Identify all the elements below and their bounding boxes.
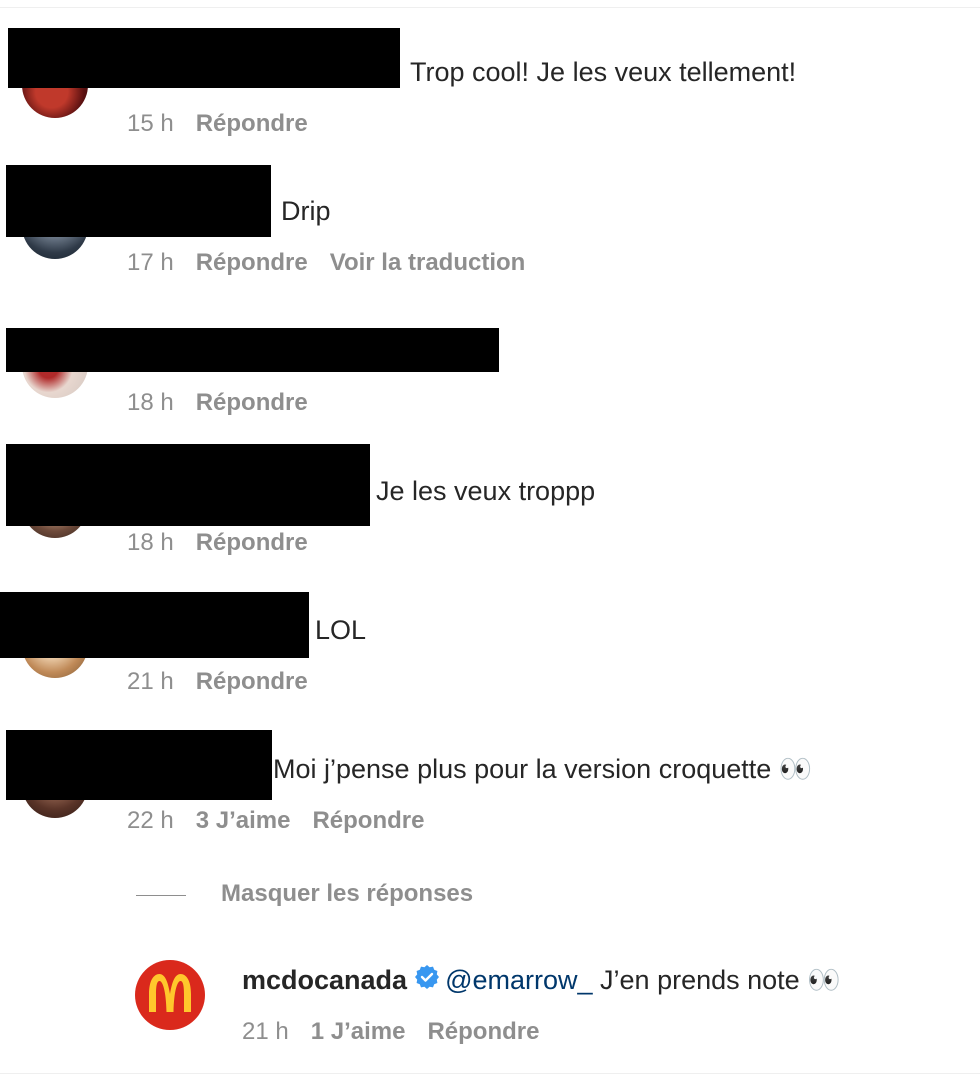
golden-arches-icon <box>149 974 191 1012</box>
comment-time: 21 h <box>127 668 174 695</box>
reply-button[interactable]: Répondre <box>312 807 424 834</box>
comment-meta: 18 h Répondre <box>127 389 330 417</box>
reply-text: J’en prends note 👀 <box>600 965 841 996</box>
comment-meta: 18 h Répondre <box>127 529 330 557</box>
reply-button[interactable]: Répondre <box>196 529 308 556</box>
mcdonalds-logo-avatar[interactable] <box>135 960 205 1030</box>
likes-count[interactable]: 1 J’aime <box>311 1018 406 1045</box>
reply-meta: 21 h 1 J’aime Répondre <box>242 1018 561 1046</box>
comment-time: 18 h <box>127 389 174 416</box>
comment-meta: 21 h Répondre <box>127 668 330 696</box>
likes-count[interactable]: 3 J’aime <box>196 807 291 834</box>
redacted-username <box>6 444 370 526</box>
replies-divider-line <box>136 895 186 896</box>
reply-button[interactable]: Répondre <box>196 668 308 695</box>
verified-badge-icon <box>415 964 440 996</box>
reply-text-line: mcdocanada @emarrow_ J’en prends note 👀 <box>242 964 841 1000</box>
reply-username[interactable]: mcdocanada <box>242 965 407 995</box>
comment-meta: 15 h Répondre <box>127 110 330 138</box>
reply-time: 21 h <box>242 1018 289 1045</box>
reply-button[interactable]: Répondre <box>196 389 308 416</box>
reply-button[interactable]: Répondre <box>196 110 308 137</box>
hide-replies-button[interactable]: Masquer les réponses <box>221 880 473 908</box>
comment-text: Moi j’pense plus pour la version croquet… <box>273 754 813 784</box>
comment-text: Trop cool! Je les veux tellement! <box>410 57 797 87</box>
redacted-username <box>6 730 272 800</box>
comment-text: Je les veux troppp <box>376 476 596 506</box>
comment-text: Drip <box>281 196 331 226</box>
comment-text: LOL <box>315 615 367 645</box>
redacted-username <box>0 592 309 658</box>
redacted-username <box>6 328 499 372</box>
see-translation-button[interactable]: Voir la traduction <box>330 249 526 276</box>
top-divider <box>0 7 980 8</box>
redacted-username <box>6 165 271 237</box>
comment-meta: 22 h 3 J’aime Répondre <box>127 807 446 835</box>
comment-meta: 17 h Répondre Voir la traduction <box>127 249 547 277</box>
mention-link[interactable]: @emarrow_ <box>445 965 592 995</box>
comment-time: 22 h <box>127 807 174 834</box>
comment-time: 15 h <box>127 110 174 137</box>
bottom-divider <box>0 1073 980 1074</box>
comment-time: 17 h <box>127 249 174 276</box>
reply-button[interactable]: Répondre <box>427 1018 539 1045</box>
redacted-username <box>8 28 400 88</box>
comment-time: 18 h <box>127 529 174 556</box>
reply-button[interactable]: Répondre <box>196 249 308 276</box>
